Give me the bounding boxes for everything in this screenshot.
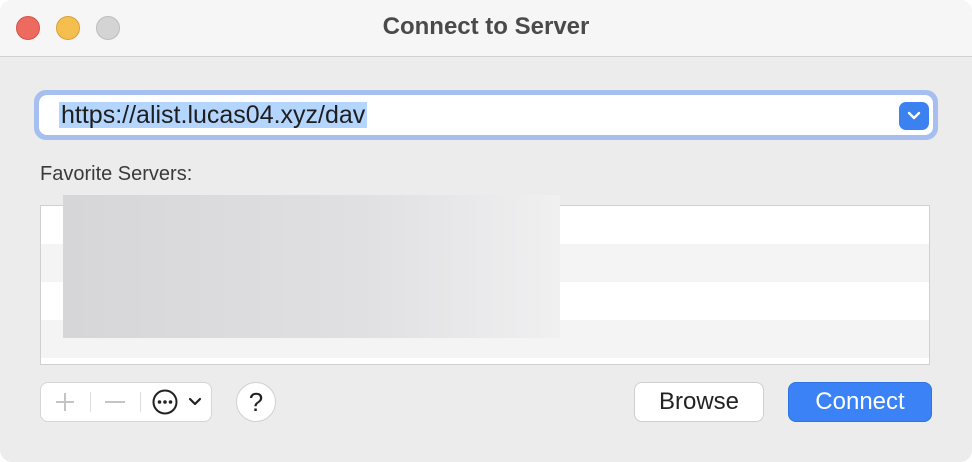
server-address-input[interactable]: https://alist.lucas04.xyz/dav	[59, 102, 368, 128]
chevron-down-icon	[907, 111, 921, 120]
ellipsis-circle-icon	[152, 389, 202, 415]
more-actions-menu-button[interactable]	[141, 383, 211, 421]
minus-icon	[105, 401, 125, 403]
redacted-region	[63, 195, 560, 338]
browse-button[interactable]: Browse	[634, 382, 764, 422]
server-address-combobox[interactable]: https://alist.lucas04.xyz/dav	[39, 95, 933, 135]
recent-servers-dropdown-button[interactable]	[899, 102, 929, 130]
server-address-focus-ring: https://alist.lucas04.xyz/dav	[34, 90, 938, 140]
favorite-servers-label: Favorite Servers:	[40, 163, 193, 185]
window-title: Connect to Server	[382, 13, 590, 40]
plus-icon	[56, 393, 74, 411]
connect-to-server-window: Connect to Server https://alist.lucas04.…	[0, 0, 972, 462]
add-favorite-button[interactable]	[41, 383, 89, 421]
help-button[interactable]: ?	[236, 382, 276, 422]
title-bar: Connect to Server	[0, 0, 972, 57]
favorites-segmented-control	[40, 382, 212, 422]
remove-favorite-button[interactable]	[91, 383, 139, 421]
connect-button[interactable]: Connect	[788, 382, 932, 422]
